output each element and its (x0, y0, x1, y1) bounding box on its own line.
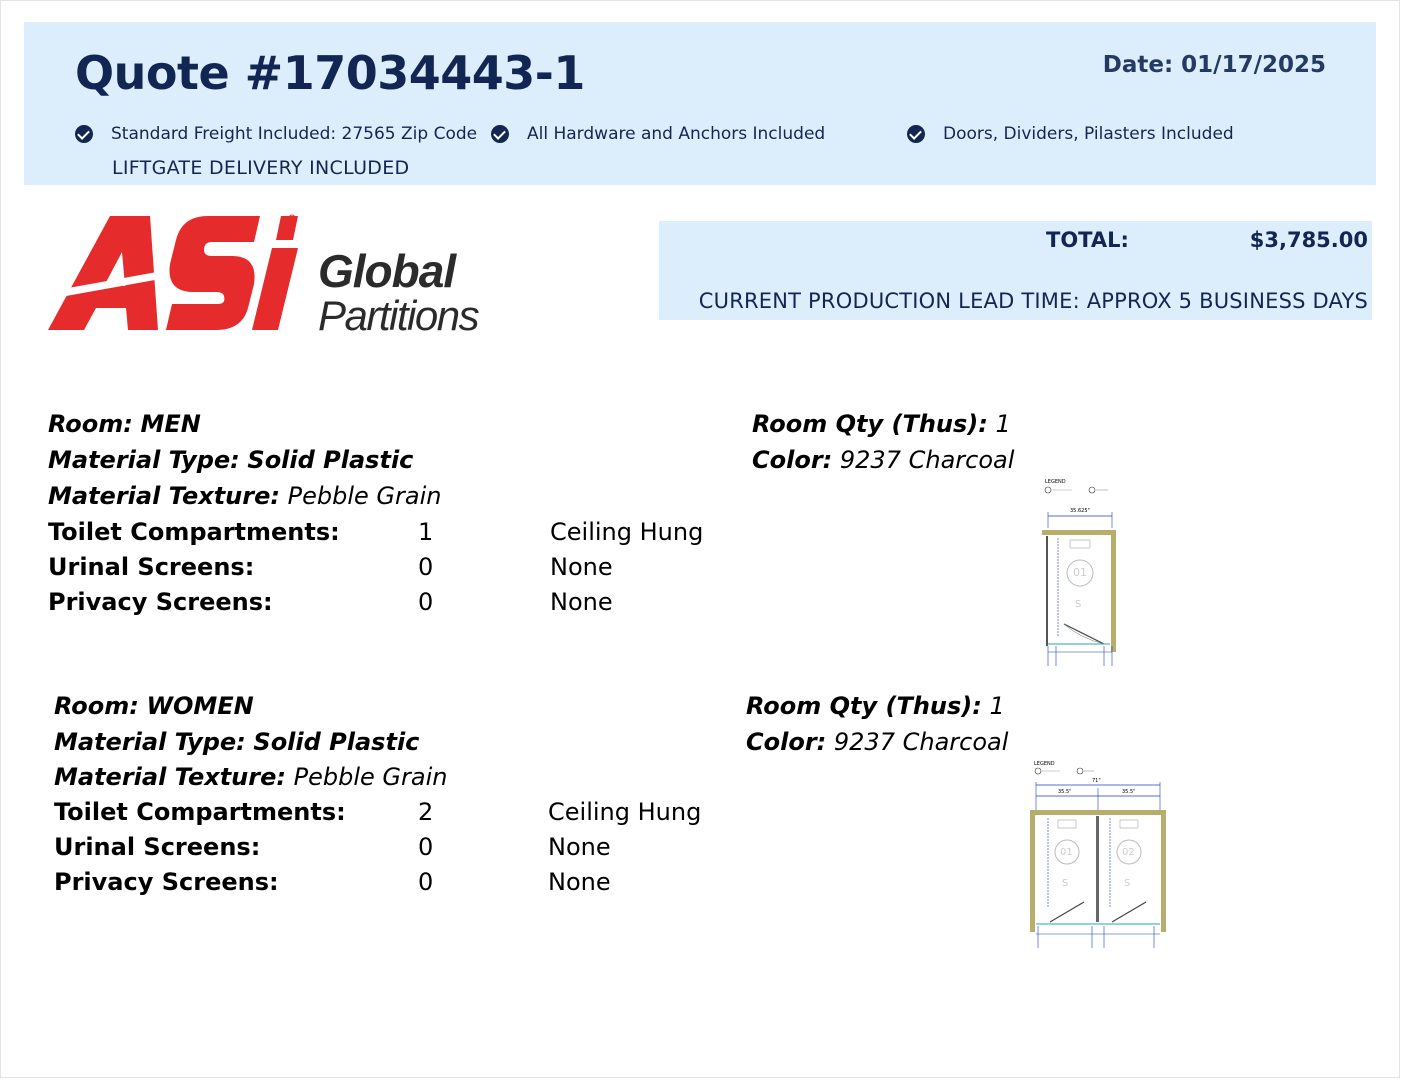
urinal-screens-type: None (550, 553, 613, 581)
toilet-compartments-label: Toilet Compartments: (54, 798, 346, 826)
check-circle-icon (491, 125, 509, 143)
quote-header: Quote #17034443-1 Date: 01/17/2025 Stand… (24, 22, 1376, 185)
stall-number: 02 (1122, 847, 1135, 858)
stall-number: 01 (1060, 847, 1073, 858)
urinal-screens-qty: 0 (418, 833, 434, 861)
floorplan-diagram-women: LEGEND 71" 35.5" 35.5" 01 S 02 S (1030, 761, 1166, 948)
privacy-screens-qty: 0 (418, 588, 434, 616)
legend-label: LEGEND (1045, 479, 1066, 485)
stall-marker: S (1062, 878, 1068, 889)
lead-time: CURRENT PRODUCTION LEAD TIME: APPROX 5 B… (698, 289, 1368, 313)
room-color: Color: 9237 Charcoal (752, 446, 1015, 474)
totals-box: TOTAL: $3,785.00 CURRENT PRODUCTION LEAD… (659, 221, 1372, 320)
quote-date: Date: 01/17/2025 (1103, 52, 1326, 78)
company-logo: Global Partitions (48, 212, 488, 339)
urinal-screens-type: None (548, 833, 611, 861)
check-circle-icon (907, 125, 925, 143)
feature-doors: Doors, Dividers, Pilasters Included (907, 124, 1234, 144)
stall-dimension: 35.5" (1122, 789, 1135, 795)
toilet-compartments-type: Ceiling Hung (548, 798, 702, 826)
feature-label: Standard Freight Included: 27565 Zip Cod… (111, 124, 478, 144)
stall-marker: S (1124, 878, 1130, 889)
room-name: Room: WOMEN (54, 692, 254, 720)
privacy-screens-type: None (548, 868, 611, 896)
material-type: Material Type: Solid Plastic (54, 728, 420, 756)
logo-line-global: Global (318, 245, 456, 297)
privacy-screens-type: None (550, 588, 613, 616)
toilet-compartments-label: Toilet Compartments: (48, 518, 340, 546)
toilet-compartments-qty: 1 (418, 518, 434, 546)
material-type: Material Type: Solid Plastic (48, 446, 414, 474)
room-color: Color: 9237 Charcoal (746, 728, 1009, 756)
floorplan-diagram-men: LEGEND 35.625" 01 S (1042, 479, 1116, 666)
urinal-screens-label: Urinal Screens: (48, 553, 255, 581)
logo-line-partitions: Partitions (318, 292, 480, 339)
material-texture: Material Texture: Pebble Grain (48, 482, 442, 510)
check-circle-icon (75, 125, 93, 143)
total-dimension: 71" (1092, 778, 1101, 784)
feature-label: All Hardware and Anchors Included (527, 124, 826, 144)
privacy-screens-label: Privacy Screens: (48, 588, 273, 616)
stall-number: 01 (1073, 566, 1087, 579)
legend-label: LEGEND (1034, 761, 1055, 767)
liftgate-note: LIFTGATE DELIVERY INCLUDED (112, 157, 410, 179)
privacy-screens-label: Privacy Screens: (54, 868, 279, 896)
urinal-screens-label: Urinal Screens: (54, 833, 261, 861)
date-label: Date: (1102, 52, 1174, 78)
total-value: $3,785.00 (1249, 228, 1368, 252)
room-qty: Room Qty (Thus): 1 (746, 692, 1005, 720)
date-value: 01/17/2025 (1181, 52, 1326, 78)
privacy-screens-qty: 0 (418, 868, 434, 896)
room-name: Room: MEN (48, 410, 201, 438)
quote-title: Quote #17034443-1 (75, 46, 585, 100)
asi-logo-mark (48, 214, 298, 330)
width-dimension: 35.625" (1070, 508, 1090, 514)
material-texture: Material Texture: Pebble Grain (54, 763, 448, 791)
stall-marker: S (1075, 599, 1081, 610)
feature-hardware: All Hardware and Anchors Included (491, 124, 825, 144)
toilet-compartments-qty: 2 (418, 798, 434, 826)
stall-dimension: 35.5" (1058, 789, 1071, 795)
urinal-screens-qty: 0 (418, 553, 434, 581)
toilet-compartments-type: Ceiling Hung (550, 518, 704, 546)
room-qty: Room Qty (Thus): 1 (752, 410, 1011, 438)
total-label: TOTAL: (1046, 228, 1129, 252)
feature-label: Doors, Dividers, Pilasters Included (943, 124, 1234, 144)
feature-freight: Standard Freight Included: 27565 Zip Cod… (75, 124, 477, 144)
